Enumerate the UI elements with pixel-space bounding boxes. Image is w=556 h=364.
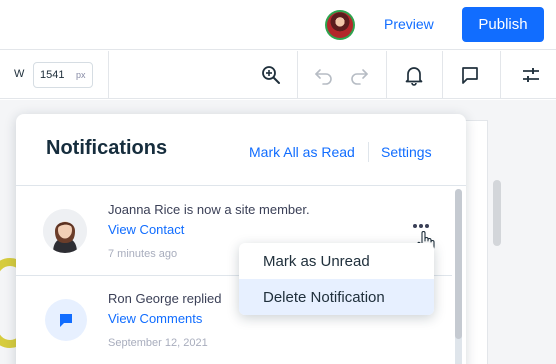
redo-icon[interactable] xyxy=(348,64,370,86)
delete-notification-item[interactable]: Delete Notification xyxy=(239,279,434,315)
notifications-panel: Notifications Mark All as Read Settings … xyxy=(16,114,466,364)
dot xyxy=(419,224,423,228)
account-avatar-image xyxy=(327,12,353,38)
account-avatar[interactable] xyxy=(325,10,355,40)
panel-title: Notifications xyxy=(46,137,168,159)
preview-button[interactable]: Preview xyxy=(384,16,434,32)
dot xyxy=(413,224,417,228)
mark-all-read-link[interactable]: Mark All as Read xyxy=(249,144,355,160)
canvas-scrollbar[interactable] xyxy=(493,180,501,246)
comment-avatar xyxy=(45,299,87,341)
toolbar-divider xyxy=(442,51,443,99)
view-comments-link[interactable]: View Comments xyxy=(108,311,202,326)
notification-context-menu: Mark as Unread Delete Notification xyxy=(239,243,434,315)
editor-toolbar: W 1541 px xyxy=(0,51,556,99)
bell-icon[interactable] xyxy=(403,64,425,86)
scrollbar-thumb[interactable] xyxy=(455,189,462,339)
view-contact-link[interactable]: View Contact xyxy=(108,222,184,237)
publish-button[interactable]: Publish xyxy=(462,7,544,42)
chat-icon[interactable] xyxy=(459,64,481,86)
dot xyxy=(425,224,429,228)
width-unit: px xyxy=(76,70,86,80)
header-separator xyxy=(16,185,466,186)
notification-time: September 12, 2021 xyxy=(108,337,208,349)
avatar xyxy=(43,209,87,253)
panel-scrollbar[interactable] xyxy=(455,189,462,364)
user-portrait-icon xyxy=(43,209,87,253)
toolbar-divider xyxy=(500,51,501,99)
width-label: W xyxy=(14,68,25,80)
width-value: 1541 xyxy=(40,69,65,81)
width-input[interactable]: 1541 px xyxy=(33,62,93,88)
comment-icon xyxy=(60,314,72,327)
notification-time: 7 minutes ago xyxy=(108,248,178,260)
header-divider xyxy=(368,142,369,162)
toolbar-divider xyxy=(108,51,109,99)
toolbar-divider xyxy=(297,51,298,99)
mark-as-unread-item[interactable]: Mark as Unread xyxy=(239,243,434,279)
notification-text: Ron George replied xyxy=(108,291,222,306)
notification-text: Joanna Rice is now a site member. xyxy=(108,202,310,217)
top-bar: Preview Publish xyxy=(0,0,556,50)
undo-icon[interactable] xyxy=(313,64,335,86)
settings-sliders-icon[interactable] xyxy=(520,64,542,86)
toolbar-divider xyxy=(386,51,387,99)
more-options-icon[interactable] xyxy=(413,222,431,230)
settings-link[interactable]: Settings xyxy=(381,144,432,160)
zoom-in-icon[interactable] xyxy=(260,64,282,86)
